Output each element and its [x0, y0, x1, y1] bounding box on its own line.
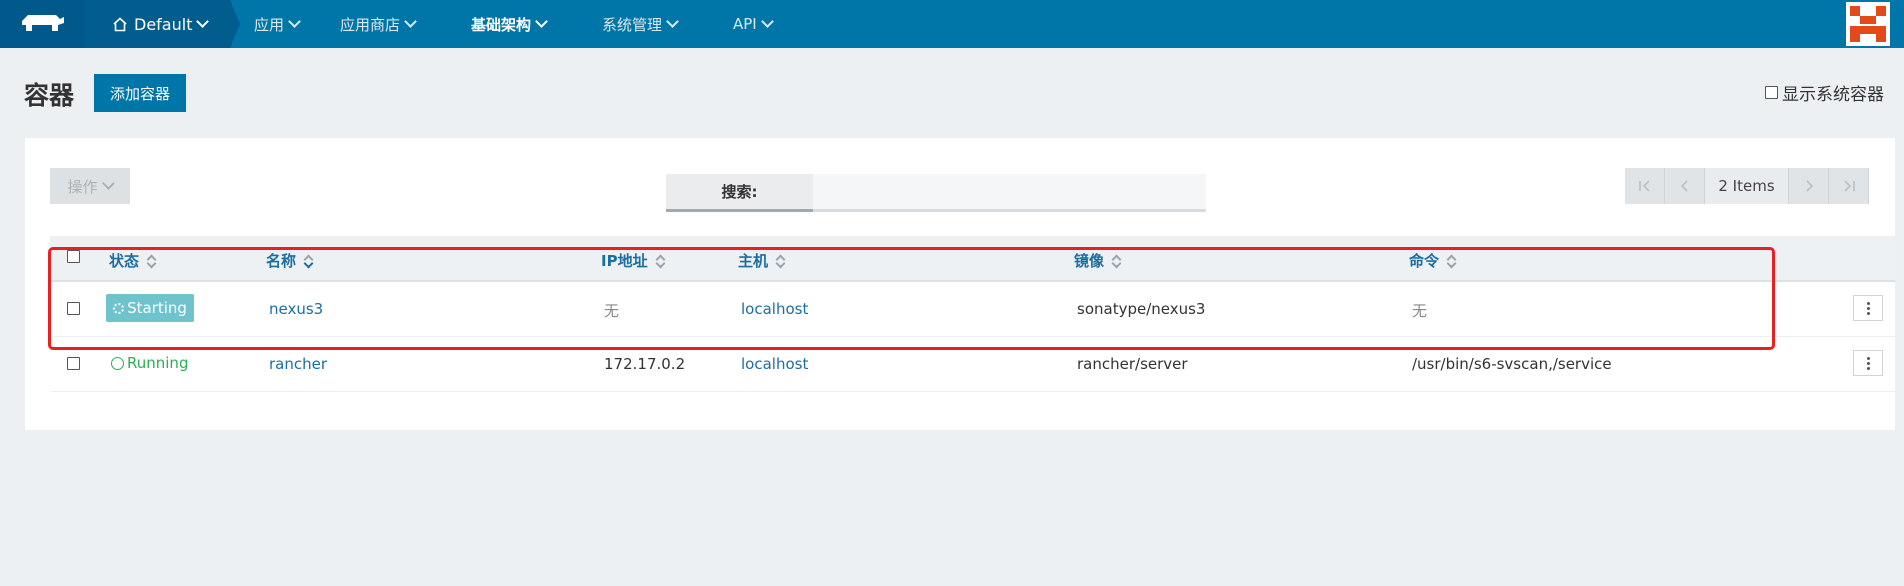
rancher-logo[interactable]: [0, 0, 84, 48]
ip-cell: 172.17.0.2: [604, 355, 686, 373]
ip-cell: 无: [604, 302, 620, 320]
last-page-button[interactable]: [1829, 168, 1869, 204]
chevron-down-icon: [666, 15, 679, 28]
nav-catalog[interactable]: 应用商店: [340, 0, 417, 48]
status-label: Running: [127, 354, 189, 372]
first-page-button[interactable]: [1625, 168, 1665, 204]
top-nav: Default 应用 应用商店 基础架构 系统管理 API: [0, 0, 1904, 48]
status-label: Starting: [127, 299, 187, 317]
row-menu-button[interactable]: [1853, 350, 1883, 376]
nav-api[interactable]: API: [733, 0, 774, 48]
chevron-right-icon: [1805, 180, 1813, 192]
home-icon: [113, 16, 127, 31]
nav-catalog-label: 应用商店: [340, 15, 401, 34]
nav-apps[interactable]: 应用: [254, 0, 301, 48]
host-link[interactable]: localhost: [741, 355, 808, 373]
status-badge: Starting: [106, 294, 194, 322]
container-name-link[interactable]: nexus3: [269, 300, 323, 318]
pagination: 2 Items: [1625, 168, 1869, 204]
command-cell: /usr/bin/s6-svscan,/service: [1412, 355, 1612, 373]
col-ip-label: IP地址: [601, 252, 648, 270]
col-state-label: 状态: [109, 252, 140, 270]
col-command[interactable]: 命令: [1409, 250, 1456, 271]
nav-infrastructure-label: 基础架构: [471, 15, 532, 34]
sort-icon: [1447, 254, 1456, 268]
chevron-down-icon: [101, 177, 115, 190]
show-system-checkbox[interactable]: [1765, 86, 1778, 99]
col-ip[interactable]: IP地址: [601, 250, 665, 271]
avatar[interactable]: [1846, 2, 1890, 46]
next-page-button[interactable]: [1789, 168, 1829, 204]
col-command-label: 命令: [1409, 252, 1440, 270]
identicon-icon: [1850, 6, 1886, 42]
col-state[interactable]: 状态: [109, 250, 156, 271]
first-page-icon: [1638, 180, 1650, 192]
col-name-label: 名称: [266, 252, 297, 270]
sort-icon: [304, 254, 313, 268]
image-cell: sonatype/nexus3: [1077, 300, 1206, 318]
prev-page-button[interactable]: [1665, 168, 1705, 204]
sort-icon: [776, 254, 785, 268]
sort-icon: [147, 254, 156, 268]
search-label: 搜索:: [666, 174, 813, 212]
show-system-label: 显示系统容器: [1782, 85, 1884, 105]
chevron-down-icon: [196, 15, 210, 28]
command-cell: 无: [1412, 302, 1428, 320]
chevron-down-icon: [288, 15, 301, 28]
page-title: 容器: [24, 81, 75, 110]
host-link[interactable]: localhost: [741, 300, 808, 318]
nav-api-label: API: [733, 15, 757, 33]
chevron-down-icon: [760, 15, 774, 28]
nav-infrastructure[interactable]: 基础架构: [471, 0, 548, 48]
add-container-button[interactable]: 添加容器: [94, 74, 186, 112]
col-image[interactable]: 镜像: [1074, 250, 1121, 271]
search-input[interactable]: [813, 174, 1206, 212]
col-host[interactable]: 主机: [738, 250, 785, 271]
chevron-down-icon: [535, 15, 548, 28]
search-box: 搜索:: [666, 174, 1206, 212]
nav-admin-label: 系统管理: [602, 15, 663, 34]
rancher-logo-icon: [22, 15, 64, 31]
nav-admin[interactable]: 系统管理: [602, 0, 679, 48]
table-row[interactable]: Starting nexus3 无 localhost sonatype/nex…: [50, 282, 1895, 337]
table-row[interactable]: Running rancher 172.17.0.2 localhost ran…: [50, 337, 1895, 392]
spinner-icon: [113, 302, 125, 314]
bulk-actions-button[interactable]: 操作: [50, 168, 130, 204]
chevron-left-icon: [1680, 180, 1688, 192]
last-page-icon: [1843, 180, 1855, 192]
chevron-down-icon: [404, 15, 417, 28]
container-name-link[interactable]: rancher: [269, 355, 327, 373]
sort-icon: [1112, 254, 1121, 268]
row-menu-button[interactable]: [1853, 295, 1883, 321]
status-running: Running: [111, 354, 188, 372]
col-name[interactable]: 名称: [266, 250, 313, 271]
item-count: 2 Items: [1705, 168, 1789, 204]
env-switcher[interactable]: Default: [84, 0, 240, 48]
table-header: 状态 名称 IP地址 主机 镜像 命令: [50, 236, 1895, 282]
bulk-actions-label: 操作: [67, 177, 98, 196]
show-system-toggle[interactable]: 显示系统容器: [1765, 80, 1884, 105]
col-host-label: 主机: [738, 252, 769, 270]
col-image-label: 镜像: [1074, 252, 1105, 270]
image-cell: rancher/server: [1077, 355, 1188, 373]
sort-icon: [656, 254, 665, 268]
containers-panel: 操作 搜索: 2 Items 状态 名称 IP地址 主机 镜像 命令 Start…: [25, 138, 1895, 430]
row-checkbox[interactable]: [67, 302, 80, 315]
env-label: Default: [134, 14, 193, 34]
row-checkbox[interactable]: [67, 357, 80, 370]
circle-icon: [111, 356, 124, 370]
select-all-checkbox[interactable]: [67, 250, 80, 263]
nav-apps-label: 应用: [254, 15, 285, 34]
